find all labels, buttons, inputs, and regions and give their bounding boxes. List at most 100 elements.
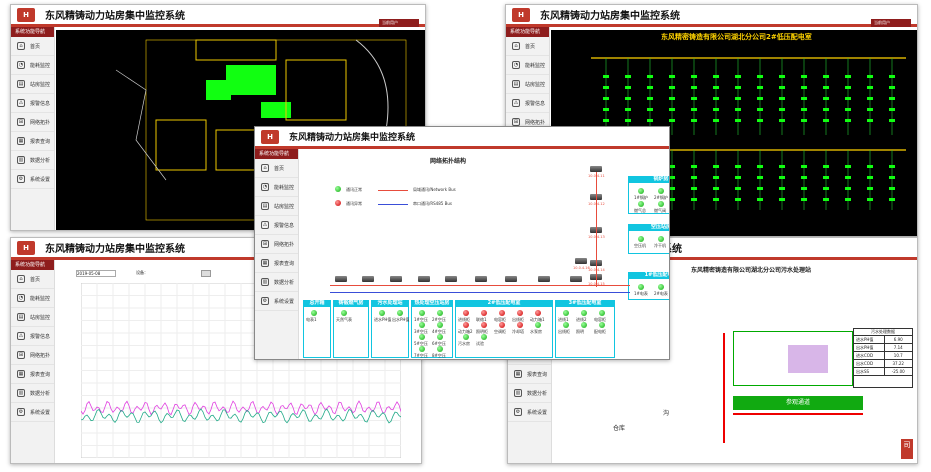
page-title: 东风精铸动力站房集中监控系统 (289, 133, 416, 143)
nav-icon: ▦ (17, 370, 25, 378)
nav-icon: ⌂ (512, 42, 520, 50)
sidebar-item[interactable]: ◔能耗监控 (11, 56, 54, 75)
status-led-icon (658, 236, 664, 242)
sidebar-item[interactable]: ⌂首页 (506, 37, 549, 56)
status-led-icon (599, 310, 605, 316)
sidebar-item[interactable]: ▥数据分析 (508, 384, 551, 403)
status-led-icon (437, 322, 443, 328)
logo-icon: H (17, 7, 35, 22)
sidebar-item[interactable]: ◔能耗监控 (506, 56, 549, 75)
status-led-icon (535, 310, 541, 316)
nav-icon: ▥ (17, 156, 25, 164)
chat-icon[interactable]: 司 (901, 439, 913, 459)
status-led-icon (563, 310, 569, 316)
sidebar-item[interactable]: ⊞网络拓扑 (255, 235, 298, 254)
sidebar-item[interactable]: ⚠报警信息 (11, 94, 54, 113)
nav-header: 系统功能导航 (11, 260, 54, 270)
switch-icon (538, 276, 550, 282)
logo-icon: H (512, 7, 530, 22)
sidebar-item[interactable]: ▥数据分析 (11, 151, 54, 170)
sidebar-item[interactable]: ▤站房监控 (11, 308, 54, 327)
nav-icon: ◔ (17, 61, 25, 69)
sidebar-item[interactable]: ▤站房监控 (11, 75, 54, 94)
nav-icon: ▤ (17, 80, 25, 88)
nav-icon: ⚠ (512, 99, 520, 107)
sidebar-item[interactable]: ⊞网络拓扑 (11, 113, 54, 132)
sidebar-item[interactable]: ⚠报警信息 (506, 94, 549, 113)
status-led-icon (437, 334, 443, 340)
legend-ok-icon (335, 186, 341, 192)
sidebar-item[interactable]: ▦报表查询 (11, 365, 54, 384)
status-led-icon (397, 310, 403, 316)
status-led-icon (563, 322, 569, 328)
sidebar-item[interactable]: ⚠报警信息 (255, 216, 298, 235)
nav-icon: ▥ (17, 389, 25, 397)
station-title: 空压站房 (628, 224, 669, 231)
status-led-icon (658, 284, 664, 290)
switch-icon (475, 276, 487, 282)
status-led-icon (638, 236, 644, 242)
nav-icon: ⚙ (261, 297, 269, 305)
status-led-icon (658, 201, 664, 207)
sidebar-item[interactable]: ◔能耗监控 (255, 178, 298, 197)
sidebar-item[interactable]: ▥数据分析 (255, 273, 298, 292)
legend-error-icon (335, 200, 341, 206)
nav-icon: ▥ (514, 389, 522, 397)
status-led-icon (463, 322, 469, 328)
nav-icon: ▤ (17, 313, 25, 321)
station-box (303, 300, 331, 358)
switch-icon (418, 276, 430, 282)
sidebar-item[interactable]: ⚙系统设置 (11, 170, 54, 189)
sidebar: 系统功能导航⌂首页◔能耗监控▤站房监控⚠报警信息⊞网络拓扑▦报表查询▥数据分析⚙… (255, 149, 299, 359)
status-led-icon (437, 310, 443, 316)
sidebar-item[interactable]: ▦报表查询 (255, 254, 298, 273)
switch-icon (505, 276, 517, 282)
sidebar-item[interactable]: ◔能耗监控 (11, 289, 54, 308)
sidebar-item[interactable]: ⚙系统设置 (11, 403, 54, 422)
nav-icon: ⚙ (17, 408, 25, 416)
user-button[interactable]: 当前用户 (871, 19, 911, 27)
switch-icon (445, 276, 457, 282)
nav-icon: ▦ (261, 259, 269, 267)
save-button[interactable] (201, 270, 211, 277)
nav-icon: ▤ (512, 80, 520, 88)
nav-icon: ▦ (17, 137, 25, 145)
date-select[interactable]: 2019-05-08 (76, 270, 116, 277)
status-led-icon (499, 322, 505, 328)
diagram-title: 东风精密铸造有限公司湖北分公司2#低压配电室 (661, 32, 812, 41)
sidebar-item[interactable]: ⚙系统设置 (255, 292, 298, 311)
sidebar-item[interactable]: ⚙系统设置 (508, 403, 551, 422)
status-led-icon (581, 310, 587, 316)
user-button[interactable]: 当前用户 (379, 19, 419, 27)
window-topology: H 东风精铸动力站房集中监控系统 系统功能导航 ⌂ 首页 ◔ 能耗监控 ▤ 站房监控 ⚠ 报警信息… (254, 126, 670, 360)
status-led-icon (419, 334, 425, 340)
topology-title: 网络拓扑结构 (430, 158, 467, 165)
status-led-icon (463, 310, 469, 316)
sidebar-item[interactable]: ▦报表查询 (11, 132, 54, 151)
status-led-icon (311, 310, 317, 316)
status-led-icon (638, 188, 644, 194)
station-box (333, 300, 369, 358)
sidebar-item[interactable]: ▦报表查询 (508, 365, 551, 384)
sidebar-item[interactable]: ⌂首页 (11, 37, 54, 56)
status-led-icon (341, 310, 347, 316)
station-title: 总开箱 (303, 300, 331, 307)
sidebar-item[interactable]: ▤站房监控 (506, 75, 549, 94)
sidebar-item[interactable]: ⚠报警信息 (11, 327, 54, 346)
station-title: 2#低压配电室 (455, 300, 553, 307)
sidebar-item[interactable]: ▥数据分析 (11, 384, 54, 403)
page-title: 东风精铸动力站房集中监控系统 (45, 11, 185, 22)
nav-icon: ▤ (261, 202, 269, 210)
nav-icon: ⌂ (17, 275, 25, 283)
status-led-icon (535, 322, 541, 328)
sidebar-item[interactable]: ⊞网络拓扑 (11, 346, 54, 365)
sidebar-item[interactable]: ▤站房监控 (255, 197, 298, 216)
switch-icon (335, 276, 347, 282)
status-led-icon (599, 322, 605, 328)
station-title: 热处理空压站房 (411, 300, 453, 307)
sidebar-item[interactable]: ⌂首页 (255, 159, 298, 178)
status-led-icon (437, 346, 443, 352)
station-title: 1#低压配电室 (628, 272, 669, 279)
nav-icon: ▥ (261, 278, 269, 286)
sidebar-item[interactable]: ⌂首页 (11, 270, 54, 289)
